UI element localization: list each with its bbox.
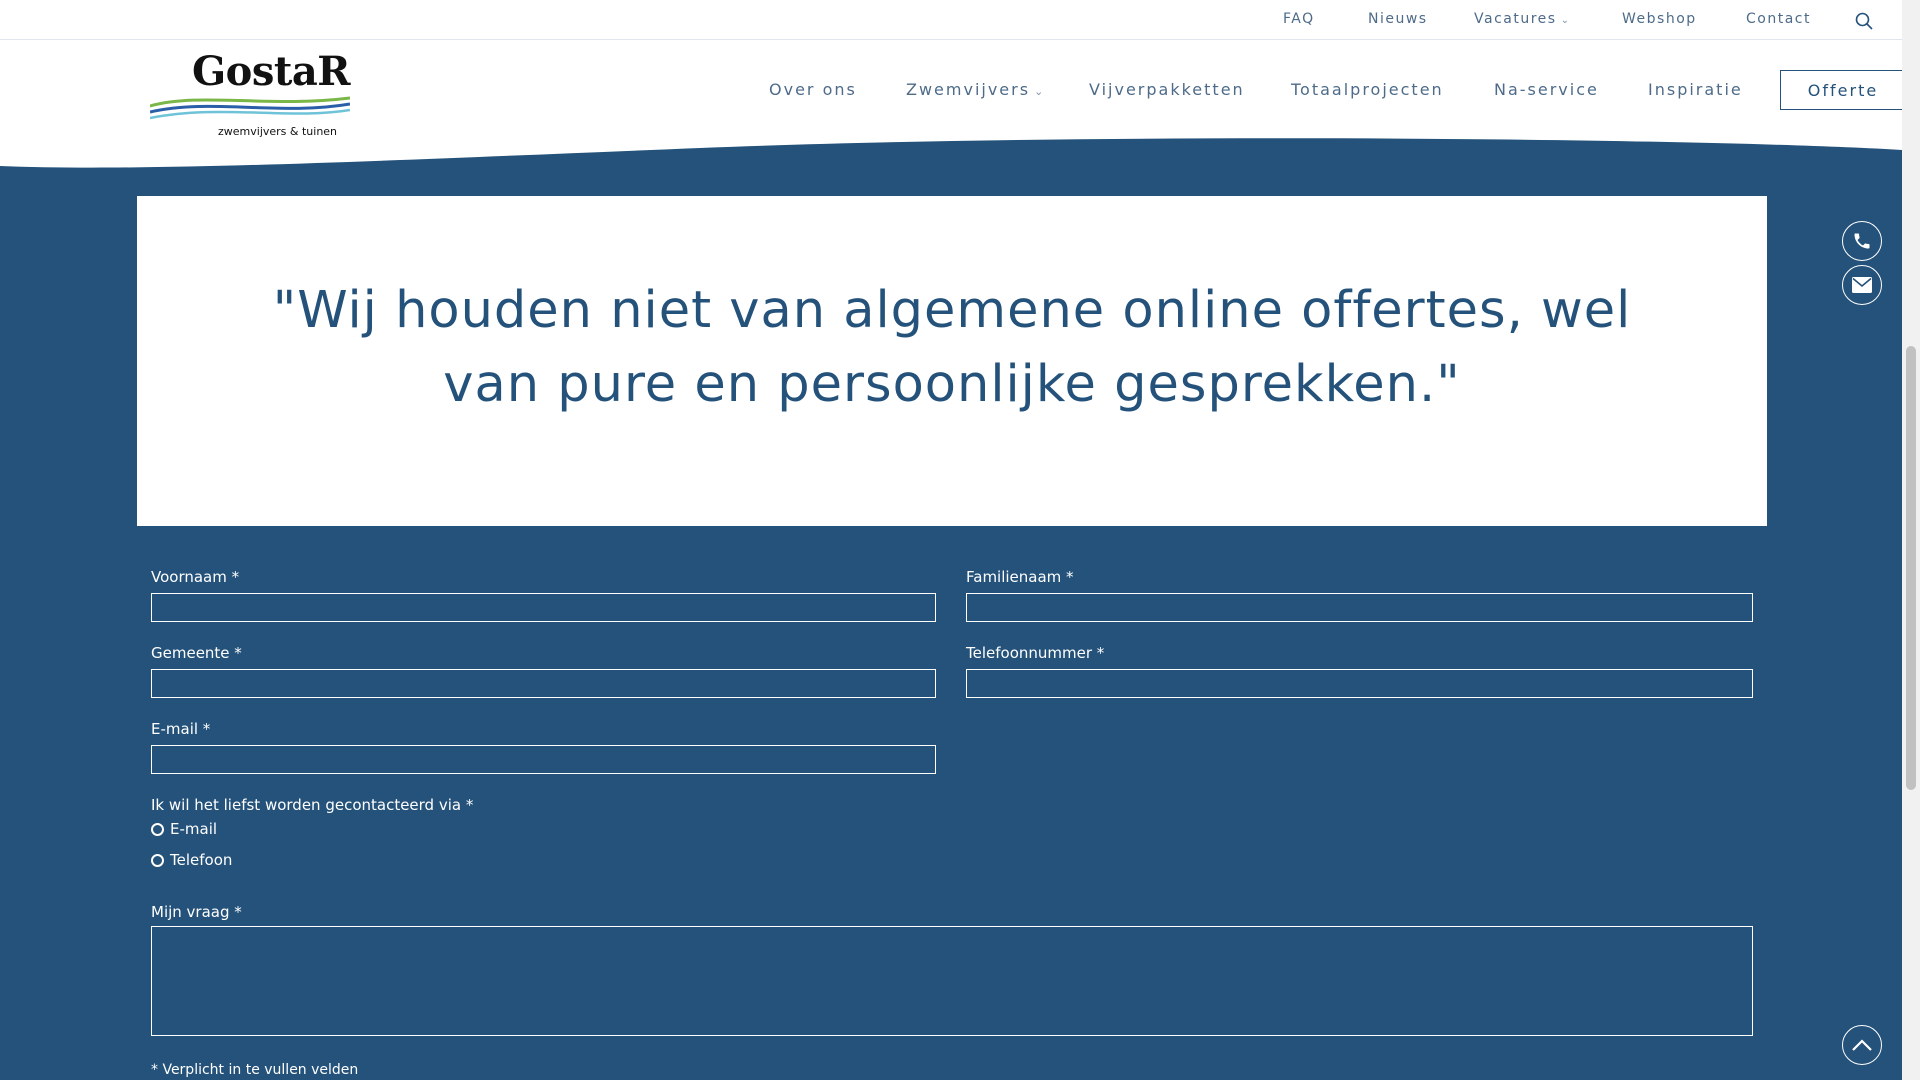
quote-card: "Wij houden niet van algemene online off…	[137, 196, 1767, 526]
phone-icon	[1854, 233, 1870, 249]
radio-button[interactable]	[151, 822, 164, 836]
scrollbar[interactable]	[1902, 0, 1920, 1080]
contact-option-phone-label: Telefoon	[170, 851, 233, 869]
phone-input[interactable]	[966, 669, 1753, 698]
nav-na-service[interactable]: Na-service	[1494, 80, 1599, 99]
search-icon[interactable]	[1855, 12, 1873, 30]
nav-inspiratie[interactable]: Inspiratie	[1648, 80, 1743, 99]
logo-wordmark: GostaR	[192, 48, 351, 95]
first-name-label: Voornaam *	[151, 568, 240, 586]
scroll-to-top-button[interactable]	[1842, 1025, 1882, 1065]
page: FAQ Nieuws Vacatures ⌄ Webshop Contact Go…	[0, 0, 1902, 1080]
phone-button[interactable]	[1842, 221, 1882, 261]
nav-totaalprojecten[interactable]: Totaalprojecten	[1291, 80, 1444, 99]
top-link-nieuws[interactable]: Nieuws	[1368, 11, 1428, 27]
offerte-button[interactable]: Offerte	[1780, 70, 1902, 110]
contact-preference-label: Ik wil het liefst worden gecontacteerd v…	[151, 796, 474, 814]
quote-text: "Wij houden niet van algemene online off…	[272, 281, 1632, 414]
chevron-down-icon: ⌄	[1560, 15, 1571, 26]
nav-over-ons[interactable]: Over ons	[769, 80, 857, 99]
nav-zwemvijvers-label: Zwemvijvers	[906, 80, 1031, 99]
scrollbar-thumb[interactable]	[1906, 346, 1916, 790]
top-link-faq[interactable]: FAQ	[1283, 11, 1315, 27]
contact-option-email-label: E-mail	[170, 820, 218, 838]
question-textarea[interactable]	[151, 926, 1753, 1036]
top-bar: FAQ Nieuws Vacatures ⌄ Webshop Contact	[0, 0, 1902, 40]
last-name-label: Familienaam *	[966, 568, 1074, 586]
last-name-input[interactable]	[966, 593, 1753, 622]
chevron-up-icon	[1852, 1039, 1872, 1051]
contact-option-email[interactable]: E-mail	[151, 820, 217, 838]
first-name-input[interactable]	[151, 593, 936, 622]
logo[interactable]: GostaR zwemvijvers & tuinen	[150, 48, 351, 138]
contact-option-phone[interactable]: Telefoon	[151, 851, 232, 869]
city-label: Gemeente *	[151, 644, 242, 662]
mail-button[interactable]	[1842, 265, 1882, 305]
mail-icon	[1852, 277, 1872, 293]
city-input[interactable]	[151, 669, 936, 698]
phone-label: Telefoonnummer *	[966, 644, 1105, 662]
nav-zwemvijvers[interactable]: Zwemvijvers ⌄	[906, 80, 1045, 99]
top-link-webshop[interactable]: Webshop	[1622, 11, 1697, 27]
chevron-down-icon: ⌄	[1034, 85, 1046, 98]
top-link-contact[interactable]: Contact	[1746, 11, 1811, 27]
question-label: Mijn vraag *	[151, 903, 242, 921]
top-link-vacatures-label: Vacatures	[1474, 11, 1557, 27]
logo-tagline: zwemvijvers & tuinen	[218, 125, 338, 138]
email-label: E-mail *	[151, 720, 211, 738]
nav-vijverpakketten[interactable]: Vijverpakketten	[1089, 80, 1245, 99]
radio-button[interactable]	[151, 853, 164, 867]
email-input[interactable]	[151, 745, 936, 774]
required-fields-note: * Verplicht in te vullen velden	[151, 1062, 359, 1078]
main-header: GostaR zwemvijvers & tuinen Over ons Zwe…	[0, 40, 1902, 190]
logo-waves-icon	[150, 96, 350, 120]
top-link-vacatures[interactable]: Vacatures ⌄	[1474, 11, 1570, 27]
